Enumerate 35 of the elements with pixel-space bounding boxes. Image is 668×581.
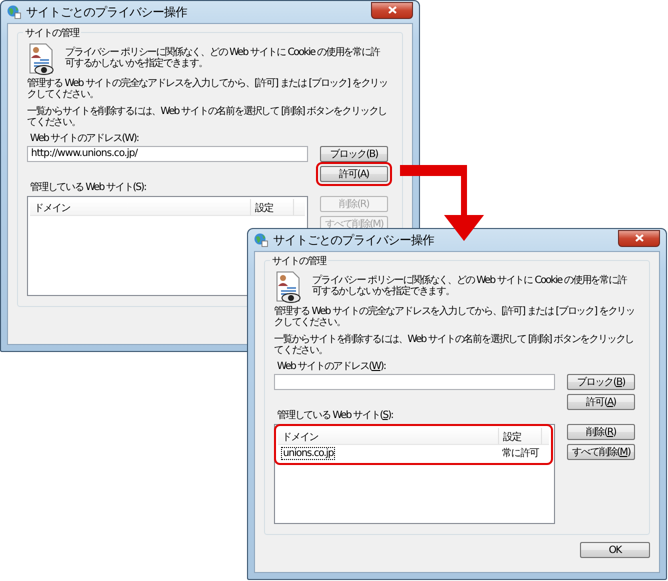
intro-text: プライバシー ポリシーに関係なく、どの Web サイトに Cookie の使用を常に許可するかしないかを指定できます。	[65, 46, 381, 69]
intro-text: プライバシー ポリシーに関係なく、どの Web サイトに Cookie の使用を常に許可するかしないかを指定できます。	[312, 274, 628, 297]
action-button[interactable]: ブロック(B)	[567, 374, 635, 390]
close-button[interactable]	[371, 2, 413, 18]
action-button[interactable]: すべて削除(M)	[567, 444, 635, 460]
action-button[interactable]: 削除(R)	[567, 424, 635, 440]
address-field[interactable]	[274, 374, 555, 390]
window-title: サイトごとのプライバシー操作	[26, 4, 188, 20]
list-label: 管理している Web サイト(S):	[277, 410, 394, 421]
address-label: Web サイトのアドレス(W):	[30, 133, 140, 144]
domain-cell[interactable]: unions.co.jp	[281, 446, 336, 460]
instruction-text: 一覧からサイトを削除するには、Web サイトの名前を選択して [削除] ボタンをクリックしてください。	[27, 106, 388, 128]
action-button[interactable]: 許可(A)	[567, 394, 635, 410]
close-icon	[634, 234, 644, 242]
globe-icon	[254, 233, 268, 247]
instruction-text: 一覧からサイトを削除するには、Web サイトの名前を選択して [削除] ボタンをクリックしてください。	[274, 334, 635, 356]
instruction-text: 管理する Web サイトの完全なアドレスを入力してから、[許可] または [ブロック] をクリックしてください。	[27, 78, 389, 100]
column-header[interactable]: 設定	[251, 199, 294, 215]
action-button[interactable]: ブロック(B)	[320, 146, 388, 162]
address-field[interactable]: http://www.unions.co.jp/	[27, 146, 308, 162]
setting-cell-text: 常に許可	[501, 446, 540, 460]
group-title: サイトの管理	[23, 26, 81, 40]
close-icon	[388, 6, 396, 14]
address-label: Web サイトのアドレス(W):	[277, 361, 386, 372]
globe-icon	[7, 5, 21, 19]
close-button[interactable]	[618, 230, 660, 246]
group-title: サイトの管理	[270, 254, 328, 268]
column-header[interactable]: ドメイン	[30, 199, 251, 215]
column-header[interactable]: 設定	[499, 428, 542, 444]
column-header[interactable]: ドメイン	[278, 428, 499, 444]
action-button[interactable]: 許可(A)	[320, 166, 388, 182]
instruction-text: 管理する Web サイトの完全なアドレスを入力してから、[許可] または [ブロック] をクリックしてください。	[274, 306, 636, 328]
list-label: 管理している Web サイト(S):	[30, 182, 147, 193]
ok-button[interactable]: OK	[580, 542, 650, 558]
window-title: サイトごとのプライバシー操作	[273, 232, 435, 248]
